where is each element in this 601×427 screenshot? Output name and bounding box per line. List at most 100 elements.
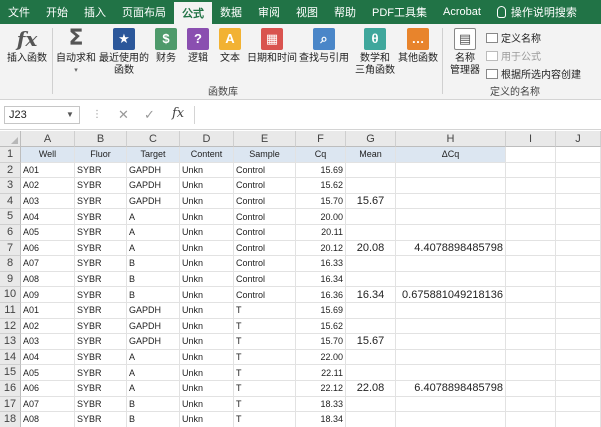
table-cell[interactable]: A xyxy=(127,365,180,381)
logical-button[interactable]: ? 逻辑 xyxy=(184,28,212,65)
header-cell[interactable]: Sample xyxy=(234,147,296,163)
table-cell[interactable]: SYBR xyxy=(75,240,127,257)
tab-insert[interactable]: 插入 xyxy=(76,0,114,24)
table-cell[interactable]: A08 xyxy=(21,412,75,427)
table-cell[interactable] xyxy=(556,303,601,319)
math-trig-button[interactable]: θ 数学和 三角函数 xyxy=(354,28,396,77)
table-cell[interactable]: 16.36 xyxy=(296,287,346,303)
recently-used-button[interactable]: ★ 最近使用的 函数 xyxy=(98,28,150,77)
table-cell[interactable]: A02 xyxy=(21,178,75,194)
table-cell[interactable]: Unkn xyxy=(180,193,234,210)
table-cell[interactable]: A06 xyxy=(21,381,75,397)
table-cell[interactable]: SYBR xyxy=(75,349,127,366)
table-cell[interactable]: 22.08 xyxy=(346,381,396,397)
table-cell[interactable] xyxy=(346,349,396,366)
row-header[interactable]: 8 xyxy=(0,256,21,272)
table-cell[interactable]: T xyxy=(234,412,296,427)
enter-icon[interactable]: ✓ xyxy=(144,107,155,123)
table-cell[interactable]: A01 xyxy=(21,162,75,179)
table-cell[interactable]: Unkn xyxy=(180,412,234,427)
table-cell[interactable]: Unkn xyxy=(180,162,234,179)
table-cell[interactable] xyxy=(396,271,506,288)
table-cell[interactable] xyxy=(396,193,506,210)
row-header[interactable]: 6 xyxy=(0,225,21,241)
table-cell[interactable]: GAPDH xyxy=(127,178,180,194)
table-cell[interactable]: Unkn xyxy=(180,287,234,303)
column-header-i[interactable]: I xyxy=(506,131,556,147)
table-cell[interactable]: Control xyxy=(234,193,296,210)
table-cell[interactable] xyxy=(396,396,506,413)
table-cell[interactable] xyxy=(346,396,396,413)
table-cell[interactable]: 20.08 xyxy=(346,240,396,257)
table-cell[interactable]: Control xyxy=(234,240,296,257)
table-cell[interactable] xyxy=(556,193,601,210)
tab-page-layout[interactable]: 页面布局 xyxy=(114,0,174,24)
table-cell[interactable] xyxy=(396,365,506,381)
insert-function-icon[interactable]: fx xyxy=(172,106,184,121)
table-cell[interactable] xyxy=(506,225,556,241)
table-cell[interactable]: A05 xyxy=(21,225,75,241)
table-cell[interactable] xyxy=(556,178,601,194)
table-cell[interactable] xyxy=(556,209,601,225)
row-header[interactable]: 17 xyxy=(0,396,21,413)
table-cell[interactable] xyxy=(506,240,556,257)
tab-review[interactable]: 审阅 xyxy=(250,0,288,24)
table-cell[interactable]: B xyxy=(127,256,180,272)
table-cell[interactable]: 15.69 xyxy=(296,162,346,179)
table-cell[interactable] xyxy=(556,225,601,241)
row-header[interactable]: 18 xyxy=(0,412,21,427)
table-cell[interactable] xyxy=(506,287,556,303)
tab-acrobat[interactable]: Acrobat xyxy=(435,0,489,24)
table-cell[interactable] xyxy=(506,162,556,179)
table-cell[interactable]: 20.12 xyxy=(296,240,346,257)
insert-function-button[interactable]: fx 插入函数 xyxy=(6,28,48,65)
column-header-a[interactable]: A xyxy=(21,131,75,147)
table-cell[interactable]: GAPDH xyxy=(127,303,180,319)
table-cell[interactable]: SYBR xyxy=(75,334,127,350)
table-cell[interactable] xyxy=(556,412,601,427)
use-in-formula-button[interactable]: 用于公式 xyxy=(486,48,541,63)
more-functions-button[interactable]: … 其他函数 xyxy=(396,28,440,65)
row-header[interactable]: 1 xyxy=(0,147,21,163)
header-cell[interactable]: Cq xyxy=(296,147,346,163)
table-cell[interactable]: 15.69 xyxy=(296,303,346,319)
table-cell[interactable] xyxy=(396,318,506,335)
table-cell[interactable]: A xyxy=(127,240,180,257)
table-cell[interactable] xyxy=(346,365,396,381)
table-cell[interactable] xyxy=(396,225,506,241)
column-header-j[interactable]: J xyxy=(556,131,601,147)
table-cell[interactable]: T xyxy=(234,365,296,381)
row-header[interactable]: 7 xyxy=(0,240,21,257)
cancel-icon[interactable]: ✕ xyxy=(118,107,129,123)
table-cell[interactable] xyxy=(506,334,556,350)
table-cell[interactable]: GAPDH xyxy=(127,318,180,335)
table-cell[interactable] xyxy=(396,209,506,225)
row-header[interactable]: 2 xyxy=(0,162,21,179)
table-cell[interactable]: Unkn xyxy=(180,318,234,335)
table-cell[interactable]: 0.675881049218136 xyxy=(396,287,506,303)
table-cell[interactable]: A01 xyxy=(21,303,75,319)
tab-pdf-tools[interactable]: PDF工具集 xyxy=(364,0,435,24)
row-header[interactable]: 10 xyxy=(0,287,21,303)
table-cell[interactable]: B xyxy=(127,271,180,288)
row-header[interactable]: 12 xyxy=(0,318,21,335)
table-cell[interactable] xyxy=(346,256,396,272)
table-cell[interactable]: A04 xyxy=(21,349,75,366)
table-cell[interactable]: SYBR xyxy=(75,396,127,413)
table-cell[interactable] xyxy=(556,271,601,288)
tab-view[interactable]: 视图 xyxy=(288,0,326,24)
table-cell[interactable]: Control xyxy=(234,271,296,288)
table-cell[interactable] xyxy=(556,334,601,350)
header-cell[interactable]: Fluor xyxy=(75,147,127,163)
table-cell[interactable]: 20.00 xyxy=(296,209,346,225)
row-header[interactable]: 9 xyxy=(0,271,21,288)
row-header[interactable]: 5 xyxy=(0,209,21,225)
table-cell[interactable]: SYBR xyxy=(75,193,127,210)
table-cell[interactable]: Unkn xyxy=(180,209,234,225)
table-cell[interactable] xyxy=(506,318,556,335)
table-cell[interactable]: T xyxy=(234,318,296,335)
table-cell[interactable] xyxy=(396,178,506,194)
table-cell[interactable] xyxy=(346,209,396,225)
table-cell[interactable]: 15.67 xyxy=(346,334,396,350)
table-cell[interactable] xyxy=(396,162,506,179)
